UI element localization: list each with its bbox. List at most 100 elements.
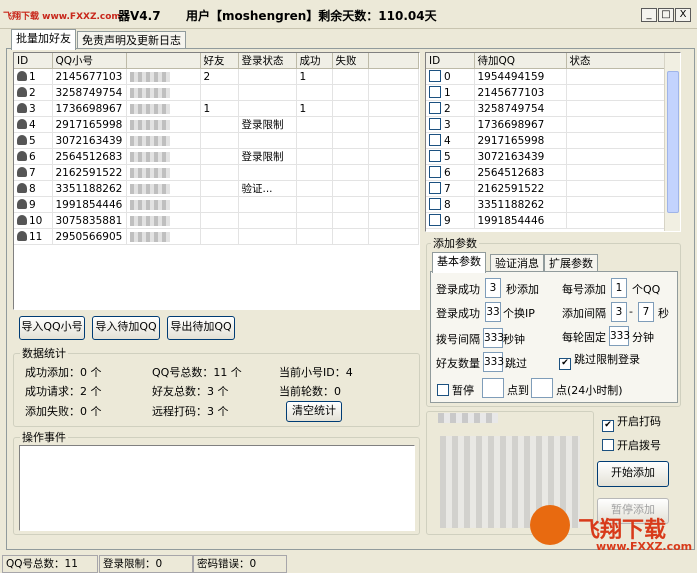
- table-row[interactable]: 1 2145677103 2 1: [14, 68, 419, 85]
- table-row[interactable]: 11 2950566905: [14, 228, 419, 245]
- interval-unit: 秒: [658, 307, 669, 320]
- col-fail[interactable]: 失败: [332, 53, 369, 69]
- table-row[interactable]: 2 3258749754: [14, 84, 419, 101]
- row-checkbox[interactable]: [429, 166, 441, 178]
- row-checkbox[interactable]: [429, 198, 441, 210]
- qq-account-table[interactable]: ID QQ小号 好友 登录状态 成功 失败 1 2145677103 2 1 2 3258…: [13, 52, 420, 310]
- table-row[interactable]: 7 2162591522: [14, 164, 419, 181]
- per-qq-unit: 个QQ: [632, 283, 661, 296]
- col-success[interactable]: 成功: [296, 53, 333, 69]
- pause-checkbox[interactable]: 暂停: [437, 382, 474, 398]
- enable-dial-checkbox[interactable]: 开启拨号: [602, 437, 661, 453]
- stat-current-id: 当前小号ID：4: [279, 366, 353, 379]
- target-qq-table[interactable]: ID 待加QQ 状态 0 1954494159 1 2145677103 2 325874…: [425, 52, 681, 232]
- friend-count-input[interactable]: 333: [483, 352, 504, 372]
- table-row[interactable]: 4 2917165998: [426, 132, 665, 149]
- pause-to-input[interactable]: [531, 378, 553, 398]
- switch-ip-input[interactable]: 33: [485, 302, 501, 322]
- stat-add-fail: 添加失败：0 个: [25, 405, 102, 418]
- dial-interval-input[interactable]: 333: [483, 328, 504, 348]
- row-checkbox[interactable]: [429, 70, 441, 82]
- row-status: [238, 100, 297, 117]
- row-password: [126, 148, 201, 165]
- row-filler: [368, 180, 419, 197]
- interval-to-input[interactable]: 7: [638, 302, 654, 322]
- col-password[interactable]: [126, 53, 201, 69]
- start-add-button[interactable]: 开始添加: [597, 461, 669, 487]
- col-id[interactable]: ID: [14, 53, 53, 69]
- row-qq: 3258749754: [52, 84, 127, 101]
- row-status: [566, 164, 665, 181]
- login-success-input[interactable]: 3: [485, 278, 501, 298]
- close-button[interactable]: X: [675, 8, 691, 22]
- table-row[interactable]: 10 3075835881: [14, 212, 419, 229]
- interval-label: 添加间隔: [562, 307, 606, 320]
- row-status: [566, 132, 665, 149]
- event-log[interactable]: [19, 445, 415, 531]
- interval-from-input[interactable]: 3: [611, 302, 627, 322]
- row-checkbox[interactable]: [429, 150, 441, 162]
- row-qq: 3351188262: [52, 180, 127, 197]
- row-checkbox[interactable]: [429, 134, 441, 146]
- table-row[interactable]: 5 3072163439: [14, 132, 419, 149]
- row-id-value: 1: [29, 70, 36, 83]
- row-status: [566, 212, 665, 229]
- row-checkbox[interactable]: [429, 86, 441, 98]
- enable-code-label: 开启打码: [617, 415, 661, 428]
- masked-password: [129, 167, 170, 178]
- row-id: 3: [14, 100, 53, 117]
- export-target-button[interactable]: 导出待加QQ: [167, 316, 235, 340]
- table-row[interactable]: 9 1991854446: [426, 212, 665, 229]
- tab-basic-params[interactable]: 基本参数: [432, 252, 486, 273]
- row-checkbox[interactable]: [429, 102, 441, 114]
- table-row[interactable]: 6 2564512683 登录限制: [14, 148, 419, 165]
- table-row[interactable]: 5 3072163439: [426, 148, 665, 165]
- table-row[interactable]: 8 3351188262 验证...: [14, 180, 419, 197]
- user-icon: [17, 198, 27, 209]
- scrollbar[interactable]: [664, 53, 680, 231]
- minimize-button[interactable]: _: [641, 8, 657, 22]
- row-id: 6: [14, 148, 53, 165]
- table-row[interactable]: 7 2162591522: [426, 180, 665, 197]
- masked-password: [129, 231, 170, 242]
- table-row[interactable]: 3 1736698967: [426, 116, 665, 133]
- fixed-round-label: 每轮固定: [562, 331, 606, 344]
- col-status[interactable]: 状态: [566, 53, 665, 69]
- col-qq[interactable]: QQ小号: [52, 53, 127, 69]
- col-target-qq[interactable]: 待加QQ: [474, 53, 567, 69]
- tab-batch-add[interactable]: 批量加好友: [11, 29, 76, 50]
- col-id[interactable]: ID: [426, 53, 475, 69]
- table-row[interactable]: 3 1736698967 1 1: [14, 100, 419, 117]
- import-target-button[interactable]: 导入待加QQ: [92, 316, 160, 340]
- table-row[interactable]: 1 2145677103: [426, 84, 665, 101]
- per-qq-input[interactable]: 1: [611, 278, 627, 298]
- row-target-qq: 2145677103: [474, 84, 567, 101]
- table-row[interactable]: 6 2564512683: [426, 164, 665, 181]
- masked-password: [129, 103, 170, 114]
- skip-limit-checkbox[interactable]: ✔ 跳过限制登录: [559, 351, 640, 370]
- fixed-round-input[interactable]: 333: [609, 326, 630, 346]
- table-row[interactable]: 0 1954494159: [426, 68, 665, 85]
- row-checkbox[interactable]: [429, 214, 441, 226]
- events-title: 操作事件: [20, 429, 68, 445]
- table-row[interactable]: 8 3351188262: [426, 196, 665, 213]
- row-checkbox[interactable]: [429, 182, 441, 194]
- clear-stats-button[interactable]: 清空统计: [286, 401, 342, 422]
- row-checkbox[interactable]: [429, 118, 441, 130]
- row-id: 8: [14, 180, 53, 197]
- table-row[interactable]: 2 3258749754: [426, 100, 665, 117]
- enable-code-checkbox[interactable]: ✔ 开启打码: [602, 413, 661, 432]
- row-id-value: 9: [444, 215, 451, 227]
- table-row[interactable]: 4 2917165998 登录限制: [14, 116, 419, 133]
- row-filler: [368, 100, 419, 117]
- pause-from-input[interactable]: [482, 378, 504, 398]
- table-row[interactable]: 9 1991854446: [14, 196, 419, 213]
- row-target-qq: 3351188262: [474, 196, 567, 213]
- row-target-qq: 3072163439: [474, 148, 567, 165]
- import-qq-button[interactable]: 导入QQ小号: [19, 316, 85, 340]
- scrollbar-thumb[interactable]: [667, 71, 679, 213]
- col-login-status[interactable]: 登录状态: [238, 53, 297, 69]
- maximize-button[interactable]: □: [658, 8, 674, 22]
- user-icon: [17, 70, 27, 81]
- col-friends[interactable]: 好友: [200, 53, 239, 69]
